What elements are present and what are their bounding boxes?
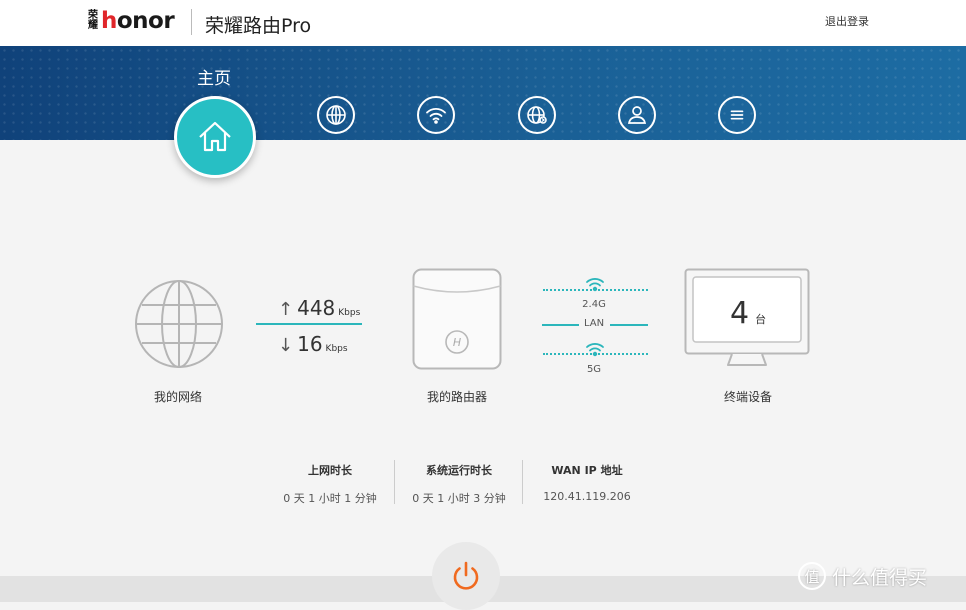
svg-text:H: H (453, 336, 461, 349)
watermark: 值 什么值得买 (798, 562, 927, 590)
logout-link[interactable]: 退出登录 (825, 13, 869, 29)
watermark-logo: 值 (798, 562, 826, 590)
upload-rate: ↑ 448 Kbps (278, 296, 360, 320)
nav-internet-button[interactable] (317, 96, 355, 134)
upload-value: 448 (297, 296, 336, 320)
nav-wifi-button[interactable] (417, 96, 455, 134)
device-count-unit: 台 (755, 313, 767, 326)
stat-uptime: 系统运行时长 0 天 1 小时 3 分钟 (395, 462, 523, 506)
stat-title: 系统运行时长 (426, 464, 492, 477)
globe-settings-icon (527, 106, 547, 124)
nav-account-button[interactable] (618, 96, 656, 134)
band-24g-label: 2.4G (582, 299, 606, 310)
arrow-up-icon: ↑ (278, 299, 294, 320)
download-rate: ↓ 16 Kbps (278, 332, 348, 356)
lan-line-right (610, 324, 648, 326)
link-24g-line (543, 289, 648, 291)
devices-label: 终端设备 (723, 390, 772, 404)
network-label: 我的网络 (153, 390, 202, 404)
rate-divider (256, 323, 362, 325)
stat-wan-ip: WAN IP 地址 120.41.119.206 (523, 462, 651, 503)
logo-cn-text: 荣耀 (88, 10, 98, 31)
power-icon (453, 561, 479, 590)
product-title: 荣耀路由Pro (205, 15, 312, 37)
globe-icon (326, 105, 346, 125)
download-unit: Kbps (325, 344, 348, 354)
band-lan-label: LAN (583, 318, 605, 329)
upload-unit: Kbps (338, 308, 361, 318)
link-5g-line (543, 353, 648, 355)
lan-line-left (542, 324, 579, 326)
user-icon (627, 106, 647, 124)
top-bar: 荣耀 honor 荣耀路由Pro 退出登录 (0, 0, 966, 46)
download-value: 16 (297, 332, 323, 356)
stat-value: 120.41.119.206 (543, 490, 631, 503)
menu-icon (730, 110, 744, 120)
wifi-icon (426, 108, 446, 124)
nav-advanced-button[interactable] (518, 96, 556, 134)
network-globe-icon[interactable] (133, 278, 225, 370)
band-5g-label: 5G (586, 364, 602, 375)
stat-value: 0 天 1 小时 3 分钟 (412, 492, 506, 505)
home-icon (199, 121, 231, 152)
stat-title: WAN IP 地址 (551, 464, 623, 477)
watermark-text: 什么值得买 (832, 566, 928, 589)
device-count[interactable]: 4 台 (730, 296, 766, 331)
stat-online-time: 上网时长 0 天 1 小时 1 分钟 (266, 462, 394, 506)
nav-more-button[interactable] (718, 96, 756, 134)
arrow-down-icon: ↓ (278, 335, 294, 356)
stat-title: 上网时长 (308, 464, 352, 477)
logo-en-text: honor (101, 8, 175, 34)
header-divider (191, 9, 192, 35)
power-button[interactable] (432, 542, 500, 610)
nav-home-button[interactable] (174, 96, 256, 178)
device-count-value: 4 (730, 296, 750, 331)
nav-banner: 主页 (0, 46, 966, 140)
stat-value: 0 天 1 小时 1 分钟 (283, 492, 377, 505)
router-label: 我的路由器 (426, 390, 487, 404)
router-icon[interactable]: H (412, 268, 502, 370)
home-label: 主页 (197, 69, 231, 89)
honor-logo: 荣耀 honor (88, 8, 175, 34)
